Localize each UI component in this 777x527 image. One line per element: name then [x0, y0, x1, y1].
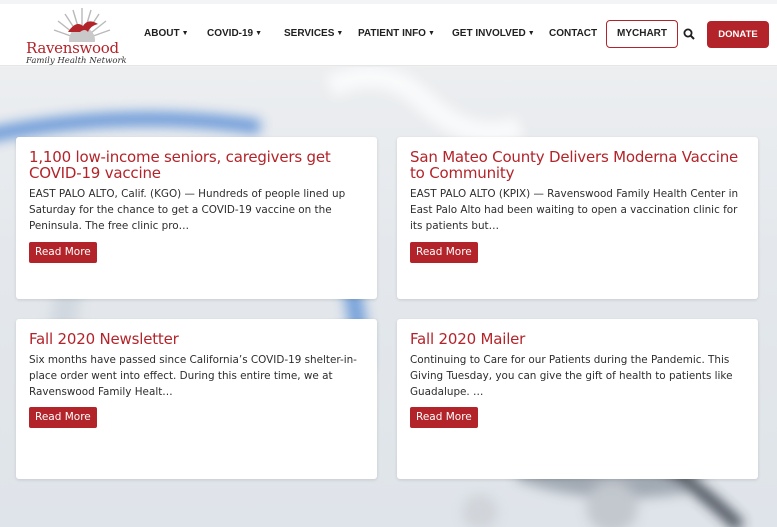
card-excerpt: Six months have passed since California’… — [29, 354, 357, 398]
news-card: Fall 2020 Newsletter Six months have pas… — [16, 319, 377, 479]
read-more-button[interactable]: Read More — [29, 407, 97, 428]
nav-patient-info[interactable]: PATIENT INFO ▼ — [358, 28, 435, 39]
nav-covid-19[interactable]: COVID-19 ▼ — [207, 28, 262, 39]
caret-down-icon: ▼ — [336, 30, 344, 37]
logo-name: Ravenswood — [26, 39, 119, 57]
read-more-button[interactable]: Read More — [410, 242, 478, 263]
news-card: San Mateo County Delivers Moderna Vaccin… — [397, 137, 758, 299]
nav-label: SERVICES — [284, 28, 335, 39]
search-icon[interactable] — [683, 28, 695, 40]
mychart-button[interactable]: MYCHART — [606, 20, 678, 48]
nav-label: PATIENT INFO — [358, 28, 426, 39]
nav-services[interactable]: SERVICES ▼ — [284, 28, 343, 39]
nav-label: GET INVOLVED — [452, 28, 526, 39]
card-title[interactable]: Fall 2020 Newsletter — [29, 331, 367, 347]
hero-background: 1,100 low-income seniors, caregivers get… — [0, 67, 777, 527]
ravenswood-logo[interactable]: Ravenswood Family Health Network — [22, 6, 130, 66]
read-more-button[interactable]: Read More — [29, 242, 97, 263]
logo-tagline: Family Health Network — [26, 56, 127, 66]
site-header: Ravenswood Family Health Network ABOUT ▼ … — [0, 4, 777, 66]
nav-label: ABOUT — [144, 28, 180, 39]
nav-about[interactable]: ABOUT ▼ — [144, 28, 189, 39]
card-title[interactable]: 1,100 low-income seniors, caregivers get… — [29, 149, 367, 181]
news-card: Fall 2020 Mailer Continuing to Care for … — [397, 319, 758, 479]
card-title[interactable]: Fall 2020 Mailer — [410, 331, 748, 347]
card-excerpt: Continuing to Care for our Patients duri… — [410, 354, 733, 398]
read-more-button[interactable]: Read More — [410, 407, 478, 428]
news-card: 1,100 low-income seniors, caregivers get… — [16, 137, 377, 299]
caret-down-icon: ▼ — [181, 30, 189, 37]
card-title[interactable]: San Mateo County Delivers Moderna Vaccin… — [410, 149, 748, 181]
caret-down-icon: ▼ — [527, 30, 535, 37]
nav-label: COVID-19 — [207, 28, 254, 39]
caret-down-icon: ▼ — [427, 30, 435, 37]
nav-label: CONTACT — [549, 28, 598, 39]
sunburst-icon — [53, 8, 111, 42]
caret-down-icon: ▼ — [255, 30, 263, 37]
card-excerpt: EAST PALO ALTO (KPIX) — Ravenswood Famil… — [410, 188, 739, 232]
card-excerpt: EAST PALO ALTO, Calif. (KGO) — Hundreds … — [29, 188, 346, 232]
nav-get-involved[interactable]: GET INVOLVED ▼ — [452, 28, 535, 39]
donate-button[interactable]: DONATE — [707, 21, 769, 48]
nav-contact[interactable]: CONTACT — [549, 28, 597, 39]
